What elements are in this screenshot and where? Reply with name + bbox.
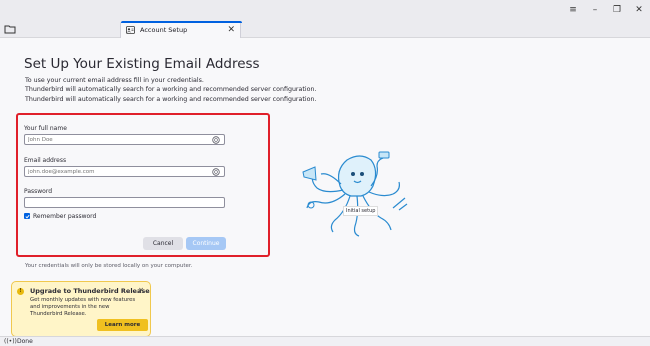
remember-password-checkbox[interactable] bbox=[24, 213, 30, 219]
description-line: To use your current email address fill i… bbox=[25, 77, 204, 84]
local-storage-note: Your credentials will only be stored loc… bbox=[25, 263, 193, 269]
status-bar: ((•)) Done bbox=[0, 336, 650, 346]
promo-line: Get monthly updates with new features bbox=[30, 297, 136, 303]
minimize-button[interactable]: – bbox=[584, 0, 606, 20]
close-window-button[interactable]: ✕ bbox=[628, 0, 650, 20]
setup-description: To use your current email address fill i… bbox=[25, 76, 316, 104]
window-controls: ≡ – ❐ ✕ bbox=[562, 0, 650, 20]
promo-title: Upgrade to Thunderbird Release bbox=[30, 287, 150, 295]
page-title: Set Up Your Existing Email Address bbox=[24, 56, 260, 72]
password-label: Password bbox=[24, 188, 53, 195]
fullname-label: Your full name bbox=[24, 125, 67, 132]
mascot-caption: Initial setup bbox=[343, 206, 379, 216]
promo-text: Get monthly updates with new features an… bbox=[30, 297, 135, 319]
account-icon bbox=[126, 26, 135, 34]
online-status-icon[interactable]: ((•)) bbox=[4, 338, 17, 345]
status-text: Done bbox=[17, 338, 33, 345]
cancel-button[interactable]: Cancel bbox=[143, 237, 183, 250]
info-icon[interactable] bbox=[212, 135, 220, 144]
promo-line: Thunderbird Release. bbox=[30, 311, 87, 318]
description-line: Thunderbird will automatically search fo… bbox=[25, 95, 317, 103]
tab-account-setup[interactable]: Account Setup ✕ bbox=[120, 21, 242, 38]
password-input[interactable] bbox=[24, 197, 225, 208]
description-line: Thunderbird will automatically search fo… bbox=[25, 86, 317, 94]
email-input[interactable] bbox=[24, 166, 225, 177]
check-icon bbox=[24, 214, 30, 218]
close-promo-icon[interactable]: × bbox=[138, 286, 144, 294]
remember-password-label: Remember password bbox=[33, 213, 97, 220]
info-icon[interactable] bbox=[212, 167, 220, 176]
fullname-input[interactable] bbox=[24, 134, 225, 145]
app-menu-button[interactable]: ≡ bbox=[562, 0, 584, 20]
restore-button[interactable]: ❐ bbox=[606, 0, 628, 20]
email-label: Email address bbox=[24, 157, 67, 164]
tab-bar: Account Setup ✕ ≡ – ❐ ✕ bbox=[0, 0, 650, 38]
octopus-mascot-illustration bbox=[302, 151, 408, 237]
continue-button[interactable]: Continue bbox=[186, 237, 226, 250]
upgrade-promo-card: ! Upgrade to Thunderbird Release × Get m… bbox=[11, 281, 151, 337]
folder-icon[interactable] bbox=[4, 24, 16, 34]
upgrade-icon: ! bbox=[17, 288, 24, 295]
close-tab-icon[interactable]: ✕ bbox=[227, 25, 235, 35]
learn-more-button[interactable]: Learn more bbox=[97, 319, 148, 331]
tab-title: Account Setup bbox=[140, 26, 188, 34]
promo-line: and improvements in the new bbox=[30, 304, 110, 311]
